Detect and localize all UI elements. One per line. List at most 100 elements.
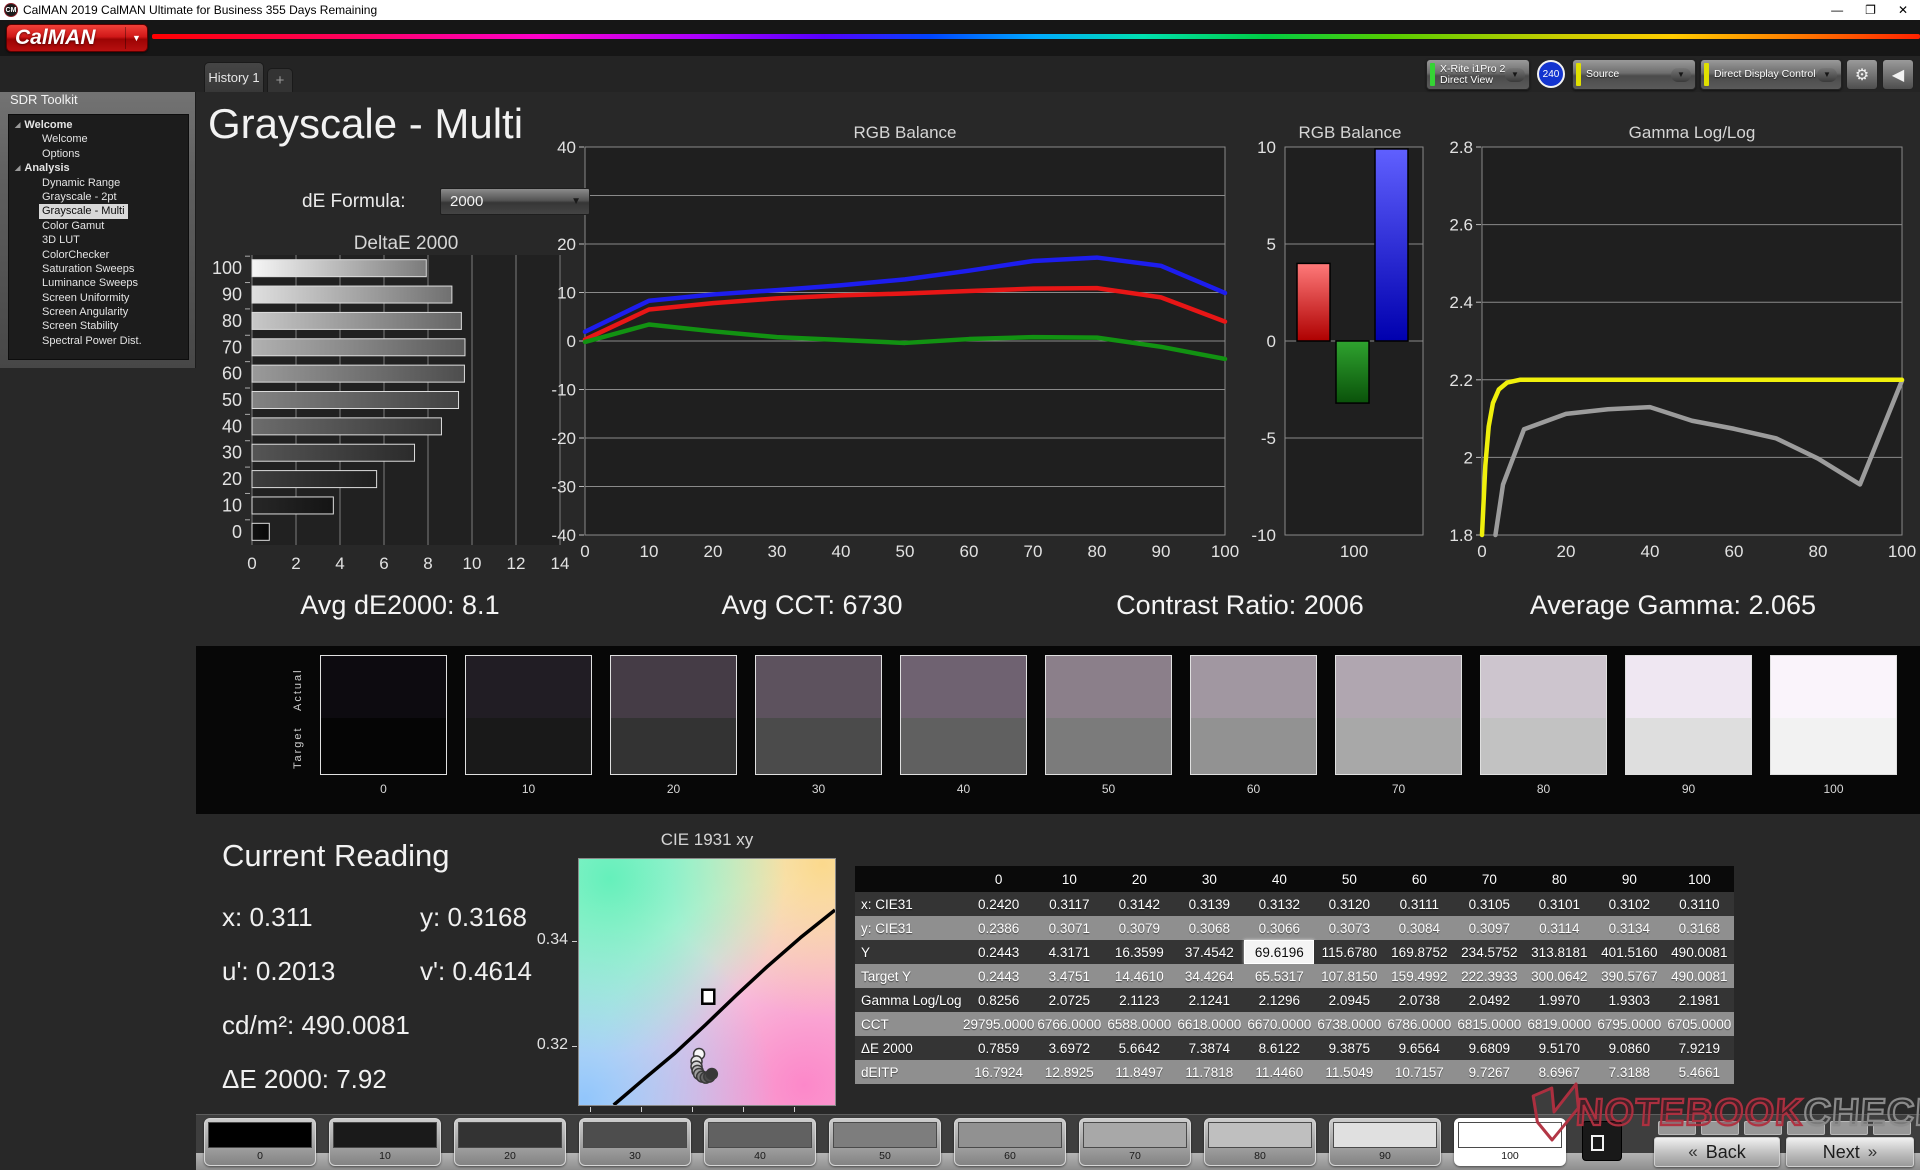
pattern-tile-30[interactable]: 30 (579, 1118, 691, 1166)
target-swatch (756, 718, 881, 774)
pattern-tile-20[interactable]: 20 (454, 1118, 566, 1166)
sidebar-item-saturation-sweeps[interactable]: Saturation Sweeps (9, 262, 188, 276)
sidebar-item-3d-lut[interactable]: 3D LUT (9, 233, 188, 247)
reading-luminance: cd/m²: 490.0081 (222, 1010, 410, 1040)
axis-tick-label: 10 (557, 284, 576, 303)
sidebar-item-colorchecker[interactable]: ColorChecker (9, 248, 188, 262)
table-cell: 107.8150 (1314, 964, 1385, 988)
deltae-bar-30 (251, 443, 416, 462)
pattern-swatch (333, 1122, 437, 1148)
tree-expander-icon[interactable]: ◢ (15, 162, 20, 176)
table-column-header: 60 (1384, 866, 1455, 892)
tree-item-label: Grayscale - Multi (39, 204, 128, 219)
table-cell: 490.0081 (1664, 964, 1735, 988)
table-cell: 11.7818 (1174, 1060, 1245, 1084)
pattern-tile-40[interactable]: 40 (704, 1118, 816, 1166)
actual-swatch (321, 656, 446, 718)
meter-dropdown[interactable]: X-Rite i1Pro 2 Direct View ▼ (1426, 59, 1530, 90)
sidebar-item-luminance-sweeps[interactable]: Luminance Sweeps (9, 276, 188, 290)
sidebar-item-grayscale-2pt[interactable]: Grayscale - 2pt (9, 190, 188, 204)
table-cell: 9.6809 (1454, 1036, 1525, 1060)
axis-tick-label: 40 (557, 138, 576, 157)
sidebar-item-grayscale-multi[interactable]: Grayscale - Multi (9, 204, 188, 219)
table-cell: 0.2443 (963, 940, 1035, 964)
table-cell: 2.0738 (1384, 988, 1455, 1012)
table-cell: 2.0945 (1314, 988, 1385, 1012)
table-cell: 0.3111 (1384, 892, 1455, 916)
axis-tick-label: 40 (832, 542, 851, 561)
pattern-tile-10[interactable]: 10 (329, 1118, 441, 1166)
deltae-bar-10 (251, 496, 334, 515)
tree-item-label: Welcome (42, 133, 88, 146)
settings-button[interactable]: ⚙ (1846, 59, 1878, 90)
page-title: Grayscale - Multi (208, 100, 524, 147)
pattern-level-label: 90 (1379, 1150, 1391, 1162)
table-cell: 6588.0000 (1104, 1012, 1175, 1036)
sidebar-item-screen-uniformity[interactable]: Screen Uniformity (9, 291, 188, 305)
sidebar-item-options[interactable]: Options (9, 147, 188, 161)
axis-tick-label: 6 (379, 554, 388, 573)
sidebar-item-welcome[interactable]: ◢ Welcome (9, 118, 188, 132)
table-cell: 37.4542 (1174, 940, 1245, 964)
display-control-dropdown[interactable]: Direct Display Control ▼ (1700, 59, 1842, 90)
sidebar-item-dynamic-range[interactable]: Dynamic Range (9, 176, 188, 190)
pattern-tile-50[interactable]: 50 (829, 1118, 941, 1166)
panel-collapse-button[interactable]: ◀ (1882, 59, 1914, 90)
table-row-deitp: dEITP 16.7924 12.8925 11.8497 11.7818 11.4460… (855, 1060, 1735, 1084)
table-cell: 8.6122 (1244, 1036, 1315, 1060)
measurement-count-badge[interactable]: 240 (1537, 60, 1565, 88)
axis-tick-label: 100 (1340, 542, 1368, 561)
table-cell: 8.6967 (1524, 1060, 1595, 1084)
axis-tick-label: 100 (1888, 542, 1916, 561)
sidebar-item-spectral-power-dist-[interactable]: Spectral Power Dist. (9, 334, 188, 348)
table-row-label: ΔE 2000 (855, 1036, 963, 1060)
source-label: Source (1586, 69, 1620, 80)
pattern-tile-0[interactable]: 0 (204, 1118, 316, 1166)
axis-tick-label: 60 (960, 542, 979, 561)
logo-dropdown-icon[interactable]: ▼ (125, 27, 147, 49)
pattern-level-label: 20 (504, 1150, 516, 1162)
summary-stat: Avg dE2000: 8.1 (300, 590, 500, 620)
close-button[interactable]: ✕ (1898, 3, 1908, 17)
table-cell: 490.0081 (1664, 940, 1735, 964)
pattern-tile-60[interactable]: 60 (954, 1118, 1066, 1166)
minimize-button[interactable]: — (1831, 3, 1843, 17)
add-tab-button[interactable]: + (267, 68, 293, 92)
notebookcheck-watermark: NOTEBOOK CHECK (1522, 1082, 1920, 1144)
sidebar: ◀ SDR Toolkit ◢WelcomeWelcomeOptions◢Ana… (0, 56, 196, 368)
table-cell: 0.3142 (1104, 892, 1175, 916)
pattern-swatch (1333, 1122, 1437, 1148)
calman-logo-button[interactable]: CalMAN ▼ (6, 24, 148, 52)
tab-history-1[interactable]: History 1 (204, 62, 264, 92)
table-cell: 11.4460 (1244, 1060, 1315, 1084)
pattern-level-label: 70 (1129, 1150, 1141, 1162)
chevron-left-icon: « (1688, 1142, 1698, 1161)
sidebar-item-welcome[interactable]: Welcome (9, 132, 188, 146)
pattern-swatch (458, 1122, 562, 1148)
axis-tick-label: 70 (1024, 542, 1043, 561)
sidebar-item-analysis[interactable]: ◢ Analysis (9, 161, 188, 175)
grayscale-swatch-90 (1625, 655, 1752, 775)
pattern-tile-70[interactable]: 70 (1079, 1118, 1191, 1166)
tree-expander-icon[interactable]: ◢ (15, 119, 20, 133)
sidebar-item-screen-stability[interactable]: Screen Stability (9, 319, 188, 333)
axis-tick-label: 60 (222, 364, 242, 384)
pattern-tile-80[interactable]: 80 (1204, 1118, 1316, 1166)
pattern-swatch (583, 1122, 687, 1148)
pattern-tile-90[interactable]: 90 (1329, 1118, 1441, 1166)
sidebar-item-screen-angularity[interactable]: Screen Angularity (9, 305, 188, 319)
source-dropdown[interactable]: Source ▼ (1572, 59, 1696, 90)
reading-deltae: ΔE 2000: 7.92 (222, 1064, 387, 1094)
axis-tick-label: 90 (1152, 542, 1171, 561)
maximize-button[interactable]: ❐ (1865, 3, 1876, 17)
pattern-swatch (708, 1122, 812, 1148)
table-cell: 0.3168 (1664, 916, 1735, 940)
sidebar-item-color-gamut[interactable]: Color Gamut (9, 219, 188, 233)
de-formula-select[interactable]: 2000 ▼ (440, 188, 590, 215)
target-swatch (321, 718, 446, 774)
pattern-level-label: 60 (1004, 1150, 1016, 1162)
table-cell: 0.8256 (963, 988, 1035, 1012)
table-row-y-cie31: y: CIE31 0.2386 0.3071 0.3079 0.3068 0.3066 0.… (855, 916, 1735, 940)
tree-item-label: 3D LUT (42, 234, 80, 247)
table-cell: 401.5160 (1594, 940, 1665, 964)
